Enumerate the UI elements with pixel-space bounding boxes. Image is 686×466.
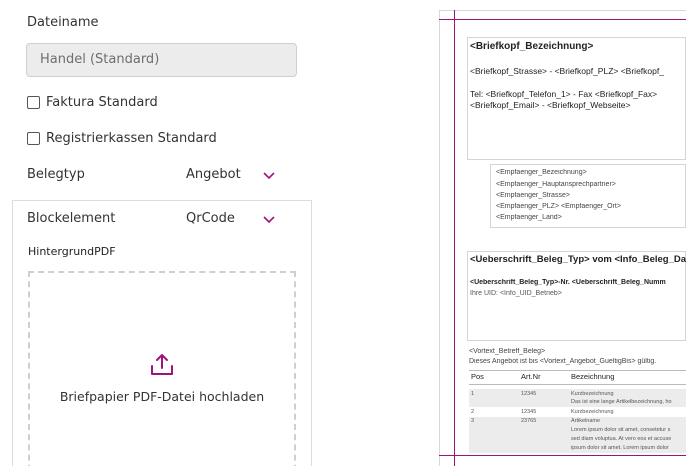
briefkopf-line: Tel: <Briefkopf_Telefon_1> - Fax <Briefk… — [470, 89, 658, 99]
table-cell-text: Das ist eine lange Artikelbezeichnung, h… — [571, 399, 672, 405]
empfaenger-line: <Empfaenger_PLZ> <Empfaenger_Ort> — [496, 203, 621, 210]
vortext-line: Dieses Angebot ist bis <Vortext_Angebot_… — [469, 358, 657, 365]
registrierkassen-label: Registrierkassen Standard — [46, 131, 217, 146]
chevron-down-icon[interactable] — [263, 216, 275, 224]
table-cell-artnr: 12345 — [521, 409, 537, 415]
faktura-label: Faktura Standard — [46, 95, 158, 110]
table-cell-artnr: 12345 — [521, 391, 537, 397]
table-cell-pos: 3 — [471, 418, 475, 424]
table-cell-text: sed diam voluptua. At vero eos et accuse — [571, 436, 672, 442]
upload-icon[interactable] — [149, 352, 175, 378]
ueberschrift-line: Ihre UID: <Info_UID_Betrieb> — [470, 290, 562, 297]
chevron-down-icon[interactable] — [263, 172, 275, 180]
table-header-artnr: Art.Nr — [521, 372, 541, 381]
blockelement-value: QrCode — [186, 211, 235, 226]
table-cell-artnr: 23765 — [521, 418, 537, 424]
table-cell-text: Artikelname — [571, 418, 601, 424]
table-header-pos: Pos — [471, 372, 484, 381]
empfaenger-line: <Empfaenger_Land> — [496, 214, 562, 221]
registrierkassen-checkbox-row[interactable]: Registrierkassen Standard — [27, 131, 217, 146]
faktura-checkbox[interactable] — [27, 96, 40, 109]
belegtyp-value: Angebot — [186, 167, 241, 182]
briefkopf-line: <Briefkopf_Email> - <Briefkopf_Webseite> — [470, 100, 631, 110]
blockelement-label: Blockelement — [27, 211, 116, 226]
table-cell-pos: 1 — [471, 391, 475, 397]
faktura-checkbox-row[interactable]: Faktura Standard — [27, 95, 158, 110]
table-cell-text: Kurzbezeichnung — [571, 409, 614, 415]
belegtyp-label: Belegtyp — [27, 167, 85, 182]
hintergrundpdf-label: HintergrundPDF — [28, 245, 116, 258]
table-cell-text: Lorem ipsum dolor sit amet, consetetur s — [571, 427, 671, 433]
upload-instruction-text: Briefpapier PDF-Datei hochladen — [59, 389, 265, 404]
briefkopf-title: <Briefkopf_Bezeichnung> — [470, 41, 594, 52]
dateiname-label: Dateiname — [27, 15, 99, 30]
preview-margin-guide-top — [439, 19, 686, 20]
preview-margin-guide-bottom — [439, 455, 686, 456]
empfaenger-line: <Empfaenger_Hauptansprechpartner> — [496, 181, 616, 188]
ueberschrift-line: <Ueberschrift_Beleg_Typ>-Nr. <Ueberschri… — [470, 279, 666, 286]
empfaenger-line: <Empfaenger_Strasse> — [496, 192, 570, 199]
table-cell-pos: 2 — [471, 409, 475, 415]
registrierkassen-checkbox[interactable] — [27, 132, 40, 145]
table-cell-text: Kurzbezeichnung — [571, 391, 614, 397]
table-header-bezeichnung: Bezeichnung — [571, 372, 615, 381]
vortext-line: <Vortext_Betreff_Beleg> — [469, 348, 546, 355]
table-cell-text: ipsum dolor sit amet. Lorem ipsum dolor — [571, 445, 669, 451]
dateiname-input[interactable]: Handel (Standard) — [26, 43, 297, 77]
briefkopf-line: <Briefkopf_Strasse> - <Briefkopf_PLZ> <B… — [470, 66, 664, 76]
ueberschrift-title: <Ueberschrift_Beleg_Typ> vom <Info_Beleg… — [470, 254, 686, 265]
empfaenger-line: <Empfaenger_Bezeichnung> — [496, 169, 587, 176]
preview-margin-guide-left — [454, 10, 455, 466]
